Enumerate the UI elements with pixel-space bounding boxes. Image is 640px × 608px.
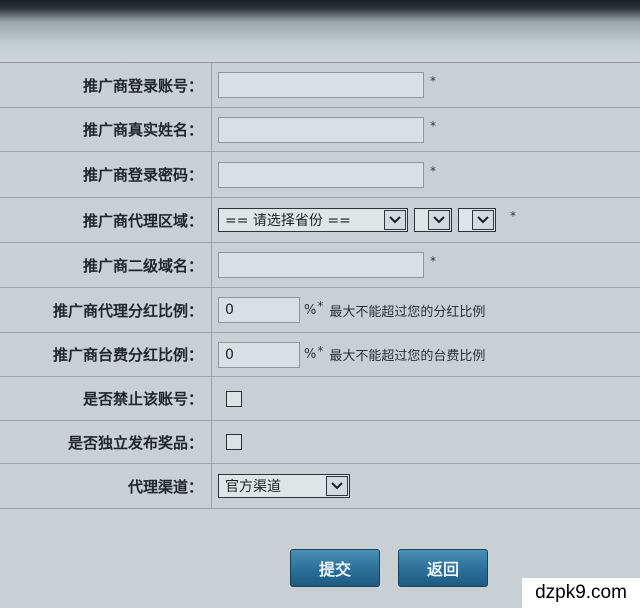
column-divider: [211, 243, 212, 287]
form-row-independent-prizes: 是否独立发布奖品：: [0, 421, 640, 464]
table-fee-dividend-hint: 最大不能超过您的台费比例: [329, 349, 486, 364]
submit-button[interactable]: 提交: [290, 549, 380, 587]
login-account-label: 推广商登录账号：: [82, 76, 203, 95]
agent-channel-label: 代理渠道：: [127, 477, 203, 496]
table-fee-dividend-label: 推广商台费分红比例：: [52, 346, 203, 364]
column-divider: [211, 198, 212, 242]
chevron-down-icon: [384, 210, 406, 230]
column-divider: [211, 108, 212, 151]
required-mark: *: [317, 299, 324, 313]
region-label: 推广商代理区域：: [82, 211, 203, 230]
password-field-cell: *: [218, 152, 640, 197]
required-mark: *: [510, 209, 516, 223]
column-divider: [211, 421, 212, 463]
disable-account-label: 是否禁止该账号：: [82, 390, 203, 408]
region-field-cell: == 请选择省份 == *: [218, 198, 640, 242]
watermark: dzpk9.com: [522, 578, 640, 608]
real-name-input[interactable]: [218, 116, 424, 143]
independent-prizes-checkbox[interactable]: [226, 434, 242, 450]
city-select[interactable]: [414, 208, 452, 232]
required-mark: *: [430, 254, 436, 268]
agent-channel-field-cell: 官方渠道: [218, 464, 640, 508]
required-mark: *: [430, 118, 436, 133]
column-divider: [211, 63, 212, 107]
form-row-login-account: 推广商登录账号： *: [0, 63, 640, 108]
disable-account-checkbox[interactable]: [226, 390, 242, 407]
required-mark: *: [430, 163, 436, 178]
password-label: 推广商登录密码：: [82, 166, 203, 184]
subdomain-label: 推广商二级域名：: [82, 256, 203, 275]
promoter-form: 推广商登录账号： * 推广商真实姓名： * 推广商登录密码： * 推广商代理区域…: [0, 62, 640, 509]
form-row-table-fee-dividend: 推广商台费分红比例： % * 最大不能超过您的台费比例: [0, 333, 640, 377]
column-divider: [211, 333, 212, 376]
column-divider: [211, 377, 212, 420]
login-account-input[interactable]: [218, 72, 424, 98]
subdomain-field-cell: *: [218, 243, 640, 287]
password-input[interactable]: [218, 161, 424, 188]
agent-dividend-label: 推广商代理分红比例：: [52, 301, 203, 320]
required-mark: *: [430, 74, 436, 88]
agent-dividend-hint: 最大不能超过您的分红比例: [329, 304, 486, 320]
disable-account-field-cell: [218, 377, 640, 420]
form-row-region: 推广商代理区域： == 请选择省份 == *: [0, 198, 640, 243]
form-row-real-name: 推广商真实姓名： *: [0, 108, 640, 152]
agent-dividend-field-cell: % * 最大不能超过您的分红比例: [218, 288, 640, 332]
table-fee-dividend-field-cell: % * 最大不能超过您的台费比例: [218, 333, 640, 376]
form-row-agent-channel: 代理渠道： 官方渠道: [0, 464, 640, 509]
form-row-agent-dividend: 推广商代理分红比例： % * 最大不能超过您的分红比例: [0, 288, 640, 333]
back-button[interactable]: 返回: [398, 549, 488, 587]
column-divider: [211, 464, 212, 508]
district-select[interactable]: [458, 208, 496, 232]
table-fee-dividend-input[interactable]: [218, 341, 300, 368]
percent-suffix: %: [304, 347, 317, 362]
agent-channel-select-value: 官方渠道: [225, 479, 281, 495]
form-row-password: 推广商登录密码： *: [0, 152, 640, 198]
subdomain-input[interactable]: [218, 252, 424, 278]
agent-channel-select[interactable]: 官方渠道: [218, 474, 350, 498]
province-select-value: == 请选择省份 ==: [225, 213, 351, 229]
percent-suffix: %: [304, 302, 317, 318]
real-name-field-cell: *: [218, 108, 640, 151]
chevron-down-icon: [326, 476, 348, 496]
independent-prizes-field-cell: [218, 421, 640, 463]
login-account-field-cell: *: [218, 63, 640, 107]
province-select[interactable]: == 请选择省份 ==: [218, 208, 408, 232]
column-divider: [211, 288, 212, 332]
column-divider: [211, 152, 212, 197]
chevron-down-icon: [472, 210, 494, 230]
required-mark: *: [317, 343, 324, 358]
independent-prizes-label: 是否独立发布奖品：: [67, 433, 203, 452]
real-name-label: 推广商真实姓名：: [82, 121, 203, 139]
chevron-down-icon: [428, 210, 450, 230]
agent-dividend-input[interactable]: [218, 297, 300, 323]
form-row-disable-account: 是否禁止该账号：: [0, 377, 640, 421]
window-top-bar: [0, 0, 640, 62]
form-row-subdomain: 推广商二级域名： *: [0, 243, 640, 288]
